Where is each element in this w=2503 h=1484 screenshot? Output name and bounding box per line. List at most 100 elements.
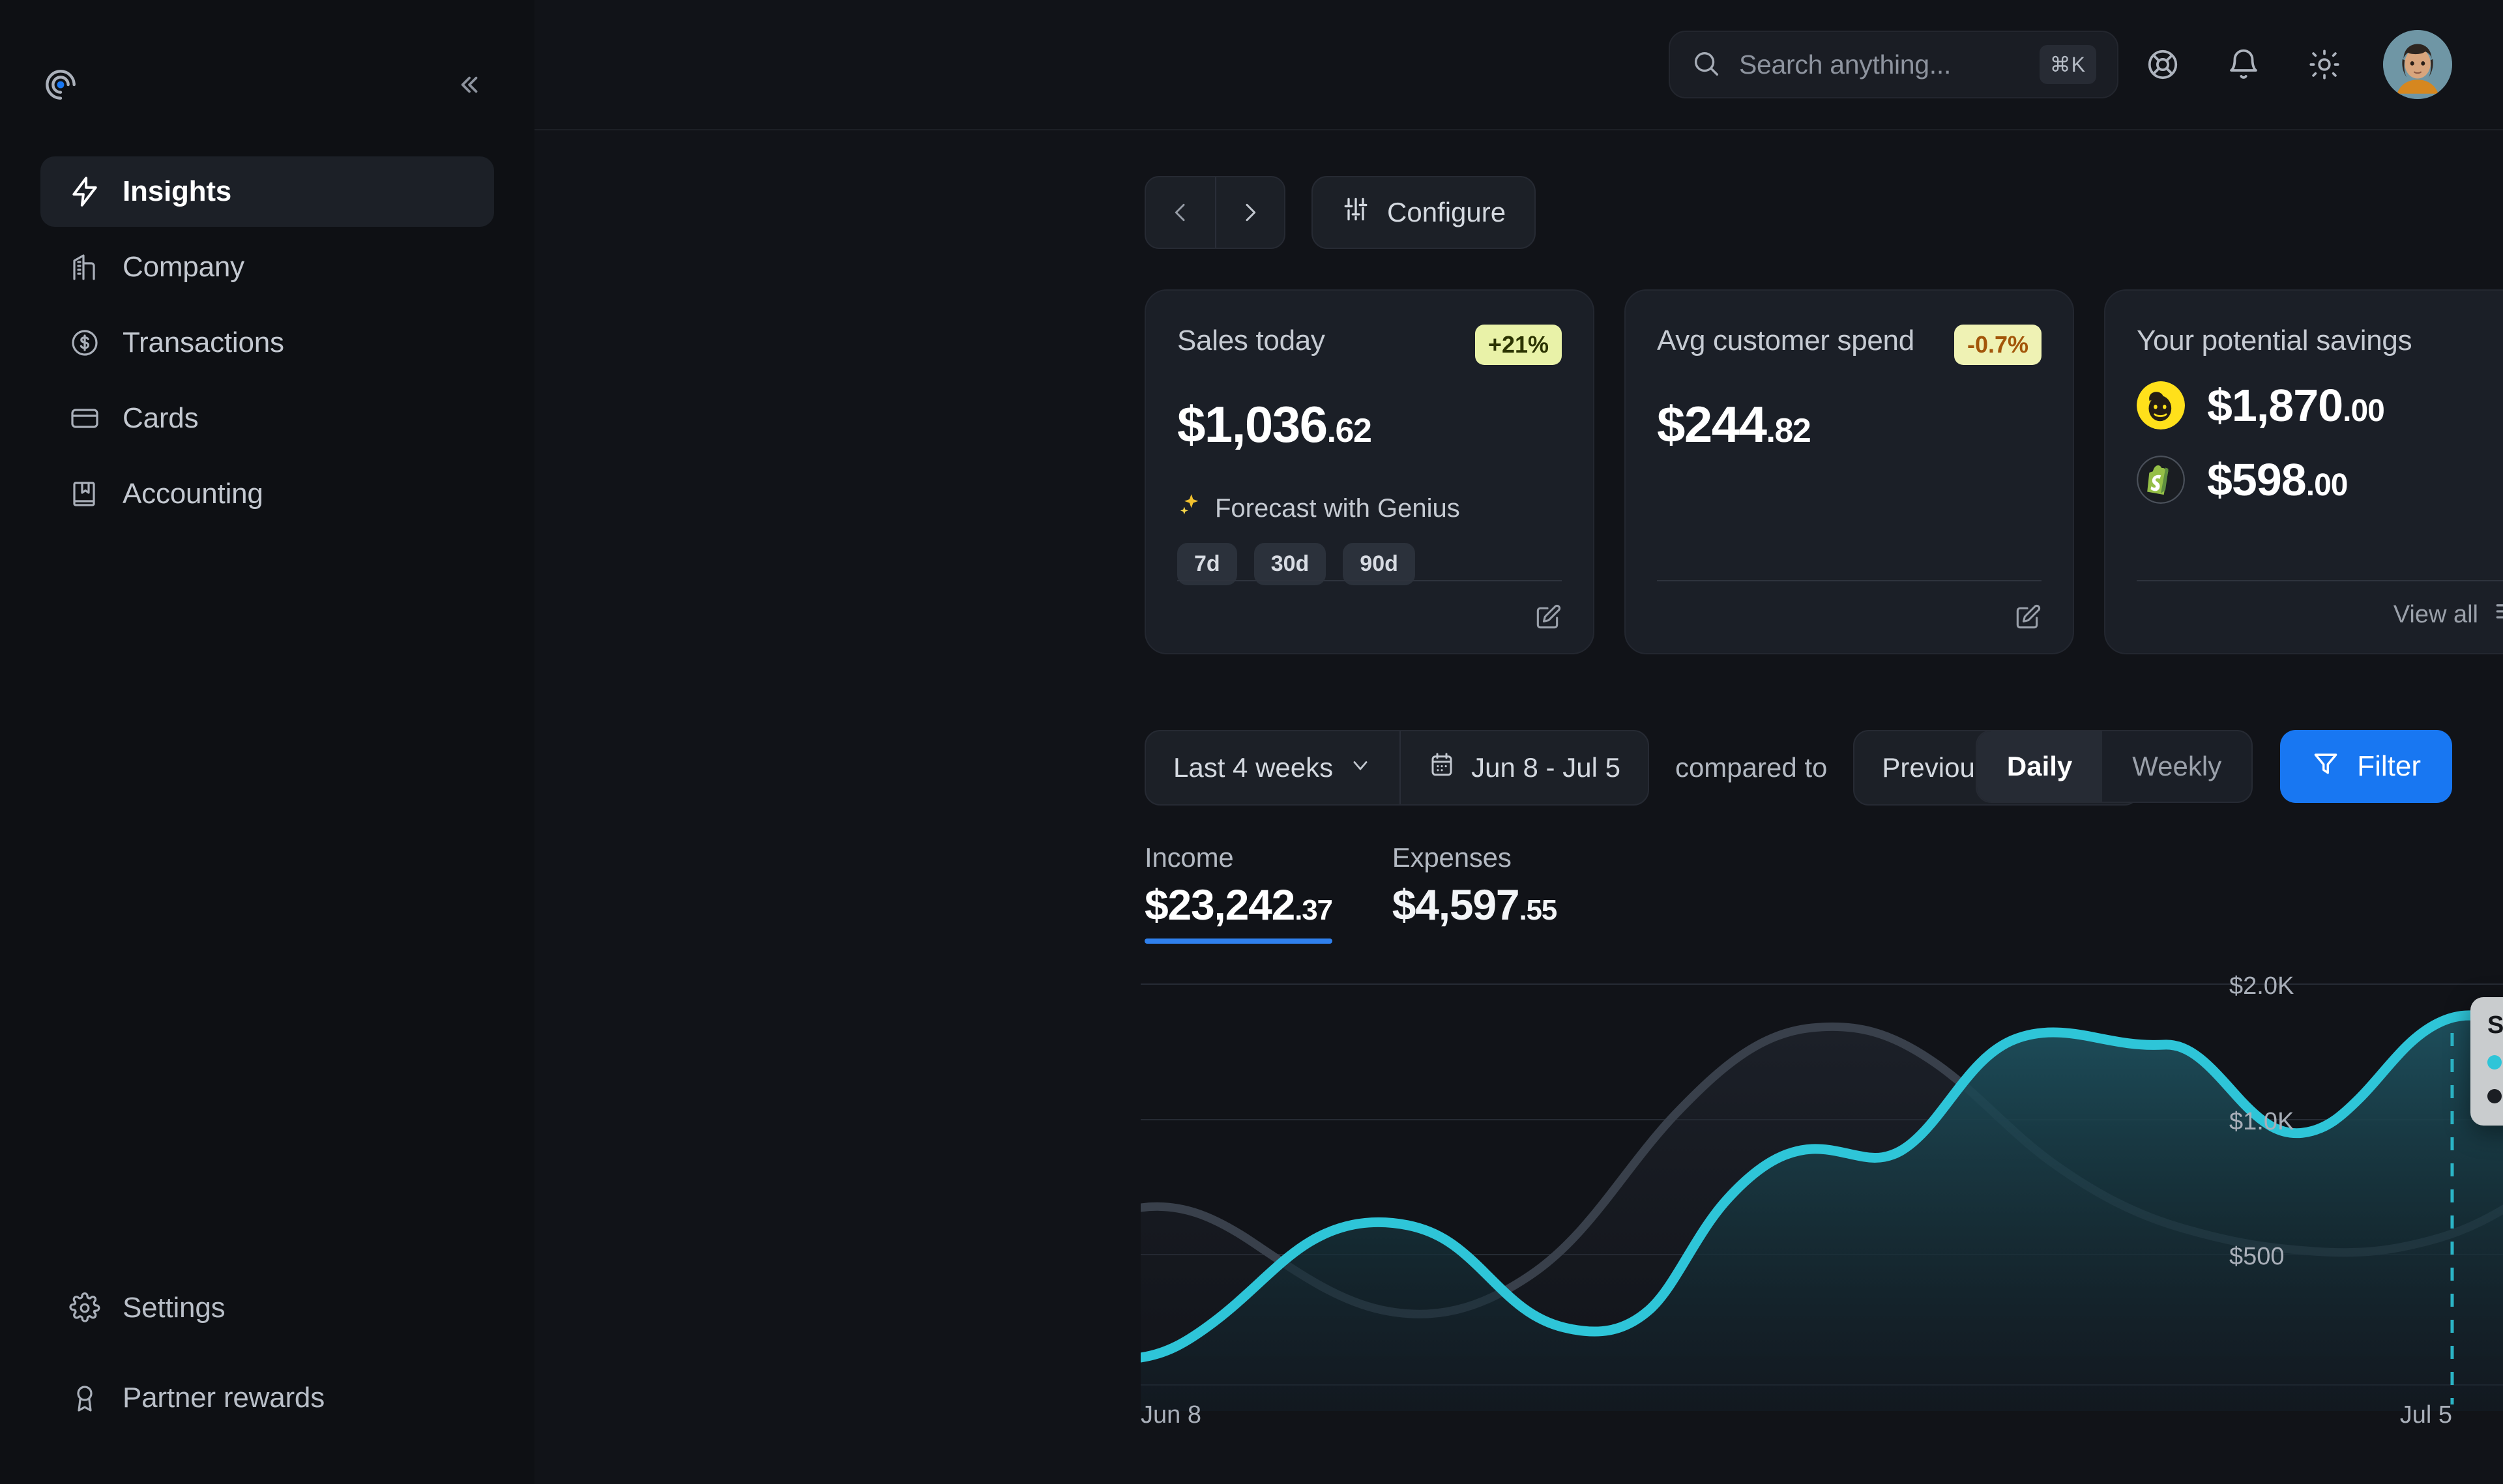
card-amount: $244 .82 [1657, 395, 2042, 454]
calendar-icon [1428, 751, 1456, 785]
sidebar: Insights Company [0, 0, 534, 1484]
sidebar-bottom-nav: Settings Partner rewards [0, 1273, 534, 1453]
y-tick-label: $500 [2229, 1243, 2285, 1271]
sidebar-nav: Insights Company [0, 156, 534, 529]
chip-30d[interactable]: 30d [1254, 543, 1326, 585]
savings-row-mailchimp: $1,870 .00 [2137, 379, 2503, 431]
chart-tooltip: Sat, Jul 1 Sat, Jul 1 $978.32 Thu, Jun 1… [2470, 997, 2503, 1126]
x-tick-label-start: Jun 8 [1141, 1401, 1201, 1429]
amount-decimal: .62 [1327, 411, 1371, 450]
pagination-segmented-control [1145, 176, 1285, 249]
chart-controls: Daily Weekly Filter [1976, 730, 2452, 803]
tab-label: Expenses [1392, 842, 1557, 873]
dollar-circle-icon [68, 326, 102, 360]
active-tab-indicator [1145, 938, 1332, 944]
filter-label: Filter [2357, 750, 2421, 783]
edit-card-button[interactable] [2013, 604, 2042, 632]
sidebar-item-label: Accounting [123, 478, 263, 510]
sidebar-item-transactions[interactable]: Transactions [40, 308, 494, 378]
life-buoy-icon[interactable] [2126, 28, 2199, 101]
card-header: Your potential savings [2137, 325, 2503, 357]
genius-label: Forecast with Genius [1215, 494, 1460, 523]
divider [1177, 580, 1562, 581]
income-area-chart[interactable]: Sat, Jul 1 Sat, Jul 1 $978.32 Thu, Jun 1… [1141, 955, 2503, 1411]
sidebar-header [0, 0, 534, 130]
sidebar-item-label: Partner rewards [123, 1382, 325, 1414]
card-avg-customer-spend: Avg customer spend -0.7% $244 .82 [1624, 289, 2074, 654]
metric-tabs: Income $23,242 .37 Expenses $4,597 .55 [534, 806, 2503, 955]
series-dot-current [2487, 1055, 2502, 1069]
sidebar-item-company[interactable]: Company [40, 232, 494, 302]
card-title: Avg customer spend [1657, 325, 1914, 357]
configure-button[interactable]: Configure [1311, 176, 1536, 249]
building-icon [68, 250, 102, 284]
avatar[interactable] [2383, 30, 2452, 99]
search-placeholder: Search anything... [1739, 50, 2021, 80]
card-title: Your potential savings [2137, 325, 2412, 357]
sun-icon[interactable] [2288, 28, 2361, 101]
chart-svg [1141, 955, 2503, 1411]
chevron-down-icon [1349, 752, 1372, 783]
award-ribbon-icon [68, 1381, 102, 1415]
chip-7d[interactable]: 7d [1177, 543, 1237, 585]
sidebar-item-partner-rewards[interactable]: Partner rewards [40, 1363, 494, 1433]
date-range-picker[interactable]: Jun 8 - Jul 5 [1399, 731, 1648, 804]
prev-button[interactable] [1146, 177, 1215, 248]
tab-expenses[interactable]: Expenses $4,597 .55 [1392, 842, 1557, 955]
collapse-sidebar-button[interactable] [448, 65, 488, 104]
sidebar-item-label: Settings [123, 1292, 225, 1324]
search-shortcut-badge: ⌘K [2040, 45, 2096, 84]
search-input[interactable]: Search anything... ⌘K [1669, 31, 2118, 98]
tab-weekly[interactable]: Weekly [2102, 731, 2251, 802]
next-button[interactable] [1215, 177, 1284, 248]
tab-amount: $4,597 .55 [1392, 880, 1557, 929]
spiral-target-logo-icon[interactable] [40, 65, 81, 105]
card-title: Sales today [1177, 325, 1325, 357]
amount-decimal: .82 [1766, 411, 1811, 450]
tab-income[interactable]: Income $23,242 .37 [1145, 842, 1332, 955]
range-segmented-control: Last 4 weeks [1145, 730, 1649, 806]
divider [2137, 580, 2503, 581]
search-icon [1691, 48, 1721, 81]
active-tab-indicator [1392, 938, 1557, 944]
tooltip-row: Sat, Jul 1 $978.32 [2487, 1049, 2503, 1076]
forecast-with-genius[interactable]: Forecast with Genius [1177, 492, 1562, 525]
view-all-button[interactable]: View all [2393, 597, 2503, 632]
chip-90d[interactable]: 90d [1343, 543, 1415, 585]
date-range-label: Jun 8 - Jul 5 [1471, 752, 1620, 783]
sidebar-item-accounting[interactable]: Accounting [40, 459, 494, 529]
x-tick-label-end: Jul 5 [2400, 1401, 2452, 1429]
range-label: Last 4 weeks [1173, 752, 1333, 783]
main-content: Search anything... ⌘K [534, 0, 2503, 1484]
book-bookmark-icon [68, 477, 102, 511]
savings-amount: $598 .00 [2207, 454, 2347, 506]
sidebar-item-insights[interactable]: Insights [40, 156, 494, 227]
tab-label: Income [1145, 842, 1332, 873]
amount-decimal: .37 [1295, 894, 1332, 927]
amount-decimal: .00 [2343, 393, 2384, 429]
tab-daily[interactable]: Daily [1977, 731, 2102, 802]
edit-card-button[interactable] [1533, 604, 1562, 632]
range-select[interactable]: Last 4 weeks [1146, 731, 1399, 804]
filter-button[interactable]: Filter [2280, 730, 2452, 803]
card-sales-today: Sales today +21% $1,036 .62 Forecast wit… [1145, 289, 1594, 654]
tooltip-row: Thu, Jun 1 $514.81 [2487, 1083, 2503, 1110]
bell-icon[interactable] [2207, 28, 2280, 101]
sidebar-item-settings[interactable]: Settings [40, 1273, 494, 1343]
y-tick-label: $1.0K [2229, 1108, 2294, 1136]
status-badge: -0.7% [1954, 325, 2042, 365]
shopify-icon [2137, 456, 2185, 504]
sidebar-item-label: Company [123, 251, 244, 284]
sidebar-item-cards[interactable]: Cards [40, 383, 494, 454]
amount-integer: $23,242 [1145, 880, 1295, 929]
amount-integer: $1,036 [1177, 395, 1327, 454]
mailchimp-icon [2137, 381, 2185, 429]
amount-integer: $598 [2207, 454, 2306, 506]
y-tick-label: $2.0K [2229, 972, 2294, 1000]
list-lines-icon [2493, 597, 2503, 632]
sidebar-item-label: Insights [123, 175, 231, 208]
gear-icon [68, 1291, 102, 1325]
sidebar-item-label: Transactions [123, 327, 284, 359]
granularity-segmented-control: Daily Weekly [1976, 730, 2253, 803]
filter-row: Last 4 weeks [534, 654, 2503, 806]
